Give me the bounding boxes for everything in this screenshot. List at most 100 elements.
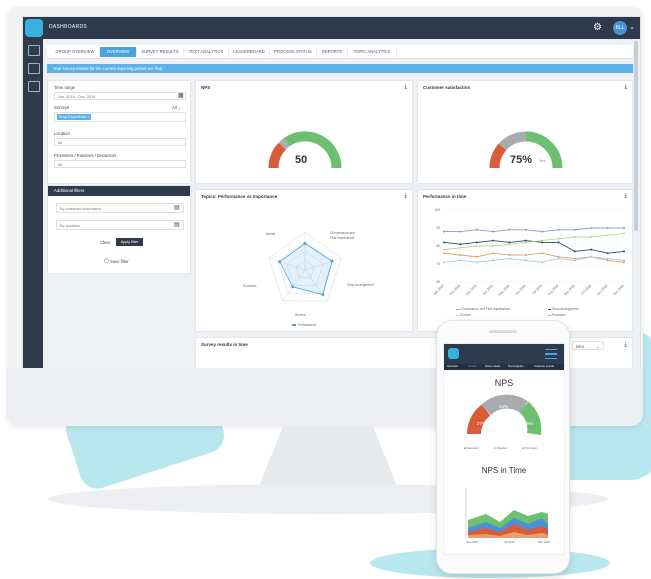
- settings-icon[interactable]: ⚙: [593, 22, 602, 33]
- clear-button[interactable]: Clear: [100, 240, 110, 245]
- nps-card: NPS ⤓ 50: [195, 80, 413, 184]
- phone-tab-overview[interactable]: Overview: [447, 365, 458, 368]
- line-point: [524, 254, 527, 256]
- customer-info-filter[interactable]: By customer information: [56, 203, 184, 213]
- line-point: [508, 254, 511, 256]
- menu-icon[interactable]: [545, 349, 557, 359]
- line-point: [508, 228, 511, 231]
- phone-nps-donut: [467, 394, 542, 436]
- phone-header: [444, 344, 564, 364]
- x-tick-label: Feb 2019: [449, 284, 462, 297]
- app-title: DASHBOARDS: [49, 24, 88, 30]
- phone-logo-icon[interactable]: [448, 348, 459, 359]
- line-point: [590, 227, 593, 229]
- line-point: [573, 228, 576, 231]
- line-point: [557, 241, 560, 244]
- tab-overview[interactable]: OVERVIEW: [100, 47, 137, 57]
- line-point: [459, 259, 462, 262]
- x-tick-label: Apr 2019: [482, 284, 494, 296]
- line-point: [459, 243, 462, 246]
- chevron-down-icon[interactable]: ⌄: [629, 23, 635, 31]
- by-question-filter[interactable]: By question: [56, 220, 184, 230]
- line-point: [606, 259, 609, 262]
- radar-label-arrival: Arrival: [266, 232, 276, 236]
- calendar-icon[interactable]: ▦: [178, 92, 184, 99]
- y-tick-label: 100: [435, 208, 441, 212]
- line-point: [590, 248, 593, 251]
- line-point: [475, 245, 478, 247]
- legend-label: Detractor: [466, 446, 479, 450]
- radar-point: [291, 285, 295, 289]
- phone-tab-results[interactable]: Results: [468, 365, 477, 368]
- radar-chart: [268, 231, 342, 301]
- tab-leaderboard[interactable]: LEADERBOARD: [229, 47, 270, 57]
- download-icon[interactable]: ⤓: [624, 342, 627, 349]
- line-series: [443, 256, 625, 263]
- line-point: [443, 241, 445, 244]
- y-tick-label: 60: [436, 280, 440, 284]
- phone-speaker: [489, 330, 517, 333]
- tab-survey-results[interactable]: SURVEY RESULTS: [137, 47, 184, 57]
- x-tick-label: Aug 2019: [547, 284, 560, 297]
- save-icon: ▢: [104, 258, 109, 264]
- monitor-icon[interactable]: [28, 45, 40, 56]
- legend-label: Passive: [496, 446, 508, 450]
- location-field[interactable]: All: [54, 138, 186, 146]
- nps-select[interactable]: NPS ⌄: [572, 341, 604, 350]
- phone-x-label-mid: Jul 2019: [504, 540, 515, 544]
- survey-time-title: Survey results in time: [201, 342, 248, 347]
- legend-item: ■ Passive: [494, 446, 507, 450]
- phone-nps-title: NPS: [494, 378, 514, 388]
- csat-gauge-grey: [498, 131, 527, 151]
- line-point: [557, 237, 560, 240]
- survey-chip[interactable]: Shop Experience ×: [57, 114, 92, 120]
- scrollbar[interactable]: [634, 41, 638, 231]
- line-point: [492, 252, 495, 255]
- tab-process-status[interactable]: PROCESS STATUS: [270, 47, 317, 57]
- line-point: [606, 257, 609, 260]
- avatar[interactable]: BLL: [613, 21, 627, 35]
- tab-reports[interactable]: REPORTS: [317, 47, 348, 57]
- apply-filter-button[interactable]: Apply filter: [116, 238, 143, 246]
- phone-nps-red: 27%: [477, 421, 487, 426]
- phone-tab-driver[interactable]: Driver results: [485, 365, 500, 368]
- radar-label-convenience: Convenience and First Impressions: [330, 231, 355, 240]
- promoters-field[interactable]: All: [54, 160, 186, 168]
- surveys-count[interactable]: All ⌄: [172, 105, 181, 110]
- time-range-field[interactable]: Jan, 2019 - Dec, 2019: [54, 92, 186, 100]
- line-point: [541, 252, 544, 255]
- line-point: [443, 261, 445, 264]
- phone-tab-journal[interactable]: Customer journal: [534, 365, 554, 368]
- x-tick-label: Dec 2019: [612, 284, 625, 297]
- csat-value: 75%: [510, 154, 533, 166]
- tab-text-analytics[interactable]: TEXT ANALYTICS: [184, 47, 229, 57]
- line-point: [524, 259, 527, 262]
- line-point: [590, 255, 593, 258]
- notice-banner: Your survey results for the current repo…: [47, 64, 633, 73]
- csat-suffix: Yes: [539, 158, 546, 163]
- nps-select-value: NPS: [576, 344, 585, 349]
- line-series: [443, 232, 625, 251]
- save-filter-button[interactable]: Save filter: [110, 259, 129, 264]
- line-point: [541, 239, 544, 242]
- tab-group-overview[interactable]: GROUP OVERVIEW: [51, 47, 100, 57]
- tab-topic-analytics[interactable]: TOPIC ANALYTICS: [348, 47, 397, 57]
- logo-icon[interactable]: [25, 19, 43, 37]
- line-series: [444, 227, 624, 233]
- legend-label: Promoter: [524, 446, 537, 450]
- x-tick-label: Nov 2019: [596, 284, 609, 297]
- document-icon[interactable]: [28, 63, 40, 74]
- x-tick-label: Jul 2019: [532, 284, 544, 296]
- customer-info-icon: ▤: [174, 205, 180, 211]
- line-point: [557, 228, 560, 231]
- legend-label: Service: [460, 313, 471, 317]
- report-icon[interactable]: [28, 81, 40, 92]
- radar-label-shop-arrangement: Shop Arrangement: [347, 283, 374, 287]
- radar-point: [330, 259, 334, 263]
- line-point: [475, 241, 478, 244]
- line-point: [524, 241, 527, 244]
- by-question-icon: ▤: [174, 222, 180, 228]
- nps-gauge-grey: [278, 138, 290, 150]
- sidebar: [23, 39, 43, 369]
- phone-tab-text[interactable]: Text Analytics: [508, 365, 524, 368]
